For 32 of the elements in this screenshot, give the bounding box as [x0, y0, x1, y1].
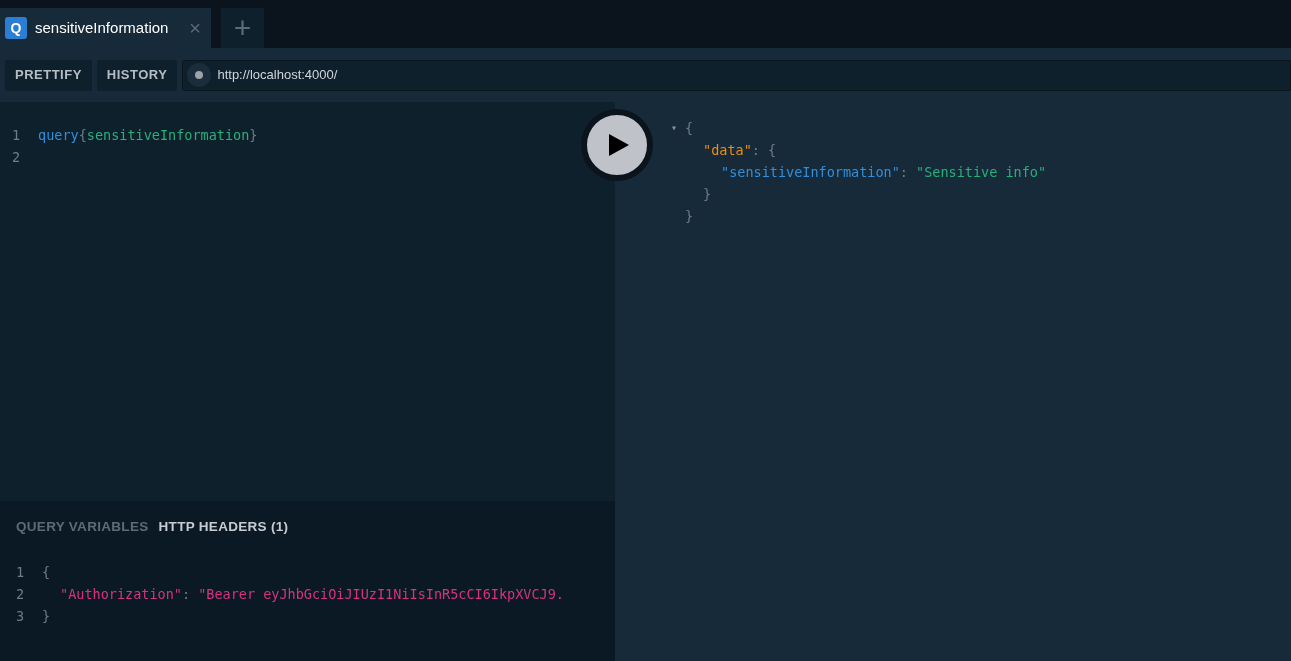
code-punctuation: {	[42, 564, 51, 580]
url-field[interactable]: http://localhost:4000/	[182, 59, 1291, 91]
line-number: 2	[11, 148, 22, 167]
code-field: sensitiveInformation	[86, 127, 250, 143]
query-tab[interactable]: Q sensitiveInformation ×	[0, 8, 211, 48]
code-punctuation: :	[181, 586, 192, 602]
url-text: http://localhost:4000/	[217, 66, 338, 85]
panel-tab[interactable]: HTTP HEADERS (1)	[158, 517, 289, 535]
code-keyword: query	[38, 127, 79, 143]
code-punctuation: }	[249, 127, 258, 143]
json-key: "data"	[703, 142, 752, 158]
fold-caret-icon[interactable]: ▾	[671, 122, 678, 133]
code-punctuation: : {	[751, 142, 777, 158]
code-string: "Authorization"	[60, 586, 182, 602]
toolbar-button[interactable]: HISTORY	[96, 59, 178, 91]
code-punctuation: }	[42, 608, 51, 624]
code-punctuation: {	[78, 127, 87, 143]
line-number: 1	[11, 126, 22, 145]
code-punctuation: {	[685, 120, 694, 136]
json-key: "sensitiveInformation"	[721, 164, 900, 180]
play-icon	[609, 134, 629, 156]
tab-label: sensitiveInformation	[35, 17, 169, 38]
toolbar-button[interactable]: PRETTIFY	[5, 59, 92, 91]
line-number: 2	[15, 585, 26, 604]
line-number: 3	[15, 607, 26, 626]
code-punctuation: }	[703, 186, 712, 202]
code-string: "Bearer eyJhbGciOiJIUzI1NiIsInR5cCI6IkpXVCJ9.	[198, 586, 564, 602]
code-punctuation: }	[685, 208, 694, 224]
json-string: "Sensitive info"	[916, 164, 1047, 180]
code-punctuation: :	[899, 164, 909, 180]
line-number: 1	[15, 563, 26, 582]
query-badge: Q	[5, 17, 27, 39]
